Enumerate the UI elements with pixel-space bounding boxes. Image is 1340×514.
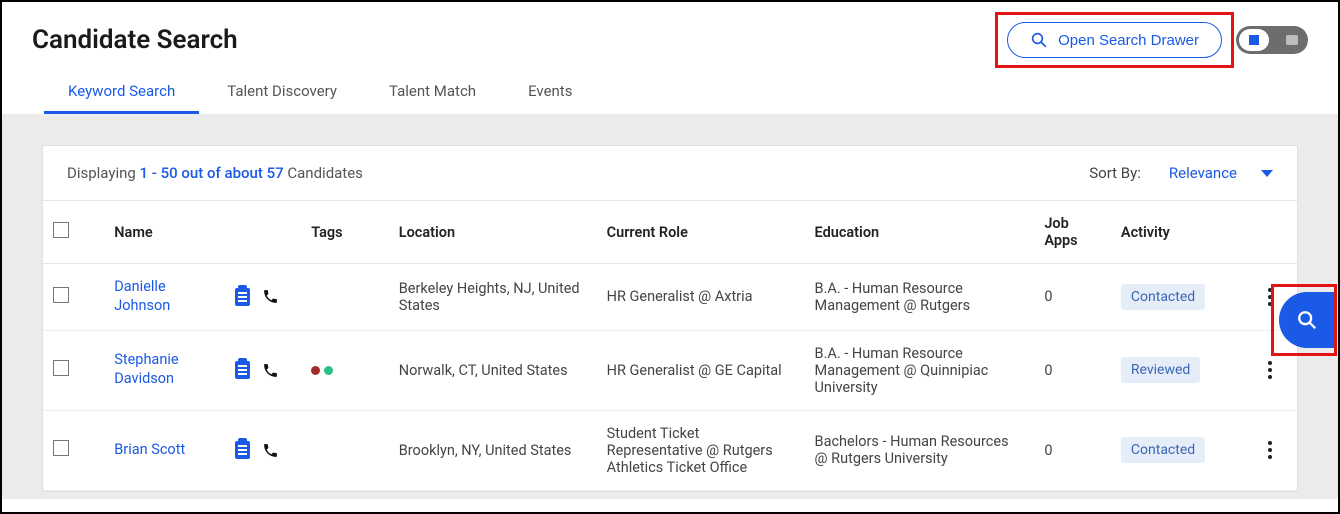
page-title: Candidate Search [32, 25, 238, 55]
activity-badge: Contacted [1121, 284, 1205, 310]
row-more-menu[interactable] [1252, 361, 1287, 379]
tab-talent-match[interactable]: Talent Match [383, 72, 482, 114]
candidate-role: Student Ticket Representative @ Rutgers … [597, 410, 805, 490]
tab-talent-discovery[interactable]: Talent Discovery [221, 72, 343, 114]
candidate-location: Brooklyn, NY, United States [389, 410, 597, 490]
toggle-knob [1239, 29, 1269, 51]
results-table: Name Tags Location Current Role Educatio… [43, 201, 1297, 491]
column-education: Education [805, 201, 1035, 264]
clipboard-icon[interactable] [235, 361, 250, 379]
clipboard-icon[interactable] [235, 288, 250, 306]
candidate-role: HR Generalist @ Axtria [597, 264, 805, 331]
activity-badge: Reviewed [1121, 357, 1200, 383]
search-icon [1296, 309, 1318, 331]
tab-keyword-search[interactable]: Keyword Search [62, 72, 181, 114]
search-icon [1030, 31, 1048, 49]
row-checkbox[interactable] [53, 440, 69, 456]
table-row: Danielle Johnson Berkeley Heights, NJ, Un… [43, 264, 1297, 331]
candidate-job-apps: 0 [1034, 264, 1111, 331]
open-search-drawer-label: Open Search Drawer [1058, 32, 1199, 49]
activity-badge: Contacted [1121, 437, 1205, 463]
table-row: Stephanie Davidson Norwalk, CT, United St… [43, 330, 1297, 410]
clipboard-icon[interactable] [235, 441, 250, 459]
phone-icon [262, 288, 279, 305]
select-all-checkbox[interactable] [53, 222, 69, 238]
candidate-name-link[interactable]: Danielle Johnson [114, 278, 170, 314]
candidate-name-link[interactable]: Stephanie Davidson [114, 351, 178, 387]
list-view-icon [1249, 35, 1259, 45]
row-more-menu[interactable] [1252, 441, 1287, 459]
candidate-role: HR Generalist @ GE Capital [597, 330, 805, 410]
column-name: Name [104, 201, 224, 264]
chevron-down-icon [1261, 170, 1273, 177]
row-checkbox[interactable] [53, 287, 69, 303]
candidate-education: Bachelors - Human Resources @ Rutgers Un… [805, 410, 1035, 490]
results-count: Displaying 1 - 50 out of about 57 Candid… [67, 164, 363, 182]
sort-value-text: Relevance [1169, 164, 1237, 182]
table-row: Brian Scott Brooklyn, NY, United StatesSt… [43, 410, 1297, 490]
phone-icon [262, 442, 279, 459]
candidate-job-apps: 0 [1034, 410, 1111, 490]
tab-events[interactable]: Events [522, 72, 578, 114]
tabs: Keyword Search Talent Discovery Talent Mat… [2, 68, 1338, 115]
column-job-apps: Job Apps [1034, 201, 1111, 264]
row-checkbox[interactable] [53, 360, 69, 376]
candidate-education: B.A. - Human Resource Management @ Quinn… [805, 330, 1035, 410]
candidate-education: B.A. - Human Resource Management @ Rutge… [805, 264, 1035, 331]
candidate-job-apps: 0 [1034, 330, 1111, 410]
candidate-location: Norwalk, CT, United States [389, 330, 597, 410]
sort-by-label: Sort By: [1089, 164, 1141, 182]
column-activity: Activity [1111, 201, 1242, 264]
candidate-location: Berkeley Heights, NJ, United States [389, 264, 597, 331]
column-current-role: Current Role [597, 201, 805, 264]
search-fab-button[interactable] [1279, 292, 1335, 348]
sort-dropdown[interactable]: Relevance [1169, 164, 1273, 182]
open-search-drawer-button[interactable]: Open Search Drawer [1007, 22, 1222, 58]
tag-dot [324, 366, 333, 375]
card-view-icon [1286, 35, 1298, 45]
tag-dot [311, 366, 320, 375]
tag-dots [311, 366, 379, 375]
view-mode-toggle[interactable] [1236, 26, 1308, 54]
phone-icon [262, 362, 279, 379]
candidate-name-link[interactable]: Brian Scott [114, 441, 185, 458]
column-tags: Tags [301, 201, 389, 264]
column-location: Location [389, 201, 597, 264]
